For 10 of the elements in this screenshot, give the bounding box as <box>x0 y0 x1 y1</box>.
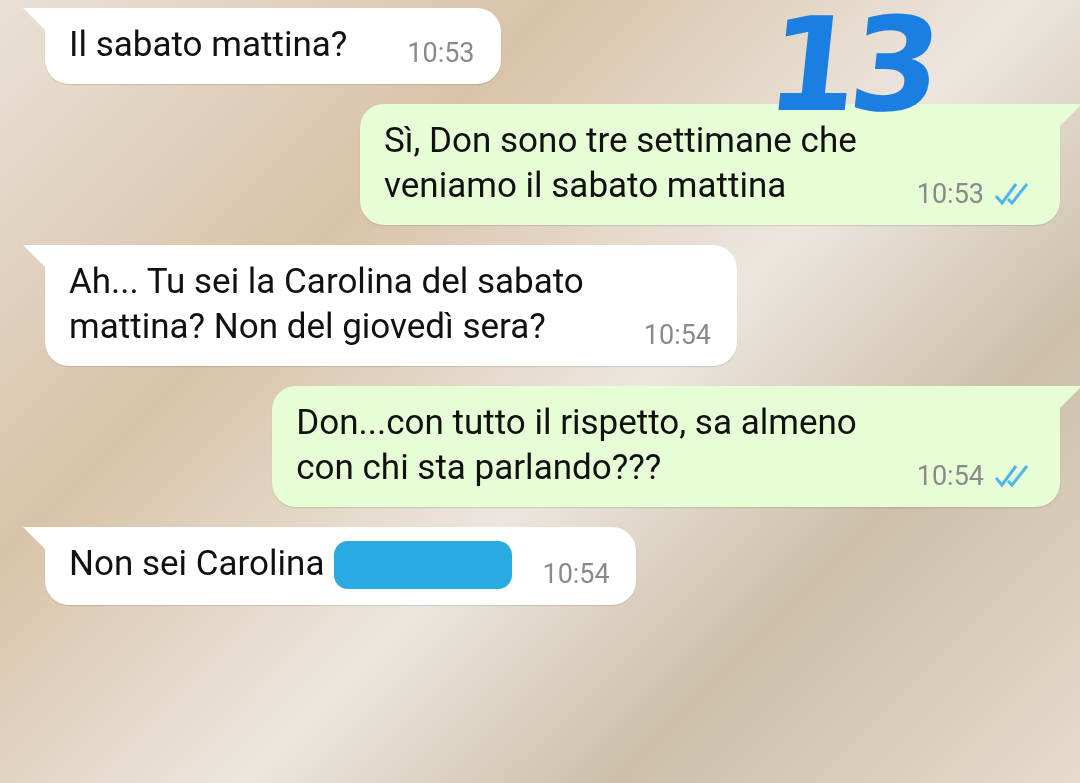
message-text: Non sei Carolina <box>69 541 325 586</box>
message-time: 10:53 <box>916 177 984 213</box>
message-text: Sì, Don sono tre settimane che veniamo il sabato mattina <box>384 118 857 208</box>
message-text: Don...con tutto il rispetto, sa almeno con chi sta parlando??? <box>296 400 857 490</box>
message-time: 10:54 <box>643 318 712 354</box>
message-time: 10:53 <box>407 36 475 72</box>
message-time: 10:54 <box>916 459 984 495</box>
message-text: Ah... Tu sei la Carolina del sabato mattina? Non del giovedì sera? <box>69 259 584 349</box>
message-time: 10:54 <box>542 557 610 593</box>
message-text: Il sabato mattina? <box>69 23 348 67</box>
